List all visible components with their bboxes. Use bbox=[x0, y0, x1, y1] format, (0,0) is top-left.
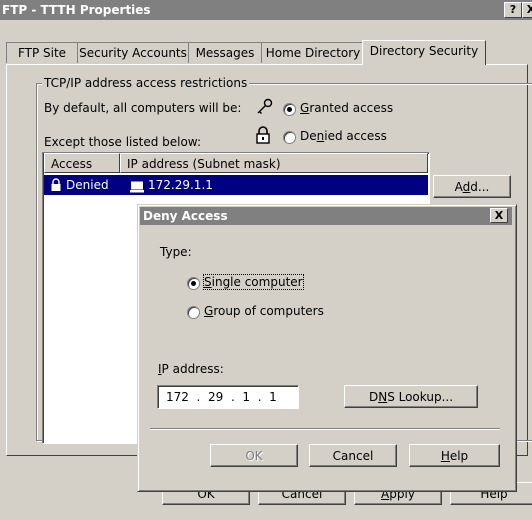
group-of-computers-radio[interactable] bbox=[187, 306, 200, 319]
window-titlebar[interactable]: FTP - TTTH Properties ? X bbox=[0, 0, 532, 20]
granted-label[interactable]: Granted access bbox=[300, 101, 393, 115]
dns-lookup-button[interactable]: DNS Lookup... bbox=[344, 385, 478, 408]
type-label: Type: bbox=[160, 245, 192, 259]
group-label: TCP/IP address access restrictions bbox=[42, 76, 250, 90]
ip-dot: . bbox=[253, 390, 266, 404]
column-header-access[interactable]: Access bbox=[44, 153, 120, 173]
ip-dot: . bbox=[227, 390, 239, 404]
dialog-help-button[interactable]: Help bbox=[409, 444, 500, 467]
single-computer-radio[interactable] bbox=[187, 277, 200, 290]
ip-octet-1[interactable]: 172 bbox=[166, 390, 189, 404]
granted-radio[interactable] bbox=[283, 103, 296, 116]
tab-messages[interactable]: Messages bbox=[188, 42, 262, 63]
tab-security-accounts[interactable]: Security Accounts bbox=[77, 42, 189, 63]
window-title: FTP - TTTH Properties bbox=[2, 3, 151, 17]
ip-octet-4[interactable]: 1 bbox=[269, 390, 277, 404]
dialog-cancel-button[interactable]: Cancel bbox=[309, 444, 397, 467]
lock-icon bbox=[254, 125, 272, 148]
tab-ftp-site[interactable]: FTP Site bbox=[6, 42, 78, 63]
help-title-button[interactable]: ? bbox=[504, 2, 522, 18]
add-button[interactable]: Add... bbox=[433, 175, 511, 198]
ip-octet-3[interactable]: 1 bbox=[242, 390, 250, 404]
ip-address-label: IP address: bbox=[158, 362, 224, 376]
dialog-title: Deny Access bbox=[143, 209, 228, 223]
default-label: By default, all computers will be: bbox=[44, 101, 242, 115]
single-computer-label[interactable]: Single computer bbox=[203, 274, 304, 290]
group-of-computers-label[interactable]: Group of computers bbox=[204, 304, 324, 318]
ip-dot: . bbox=[192, 390, 205, 404]
dialog-separator bbox=[150, 428, 500, 430]
close-title-button[interactable]: X bbox=[522, 2, 532, 18]
except-label: Except those listed below: bbox=[44, 135, 202, 149]
dialog-close-button[interactable]: X bbox=[490, 208, 508, 223]
row-ip-value: 172.29.1.1 bbox=[148, 178, 213, 192]
denied-radio[interactable] bbox=[283, 131, 296, 144]
dialog-titlebar[interactable]: Deny Access X bbox=[140, 207, 512, 225]
row-access-value: Denied bbox=[66, 178, 109, 192]
tab-home-directory[interactable]: Home Directory bbox=[261, 42, 365, 63]
ip-octet-2[interactable]: 29 bbox=[208, 390, 223, 404]
lock-icon bbox=[50, 178, 62, 198]
tab-directory-security[interactable]: Directory Security bbox=[362, 40, 486, 65]
denied-label[interactable]: Denied access bbox=[300, 129, 387, 143]
list-row[interactable]: Denied 172.29.1.1 bbox=[44, 175, 428, 195]
key-icon bbox=[255, 97, 275, 120]
column-header-ip[interactable]: IP address (Subnet mask) bbox=[120, 153, 428, 173]
computer-icon bbox=[130, 179, 144, 199]
ip-address-field[interactable]: 172 . 29 . 1 . 1 bbox=[157, 385, 299, 409]
dialog-ok-button[interactable]: OK bbox=[210, 444, 298, 467]
